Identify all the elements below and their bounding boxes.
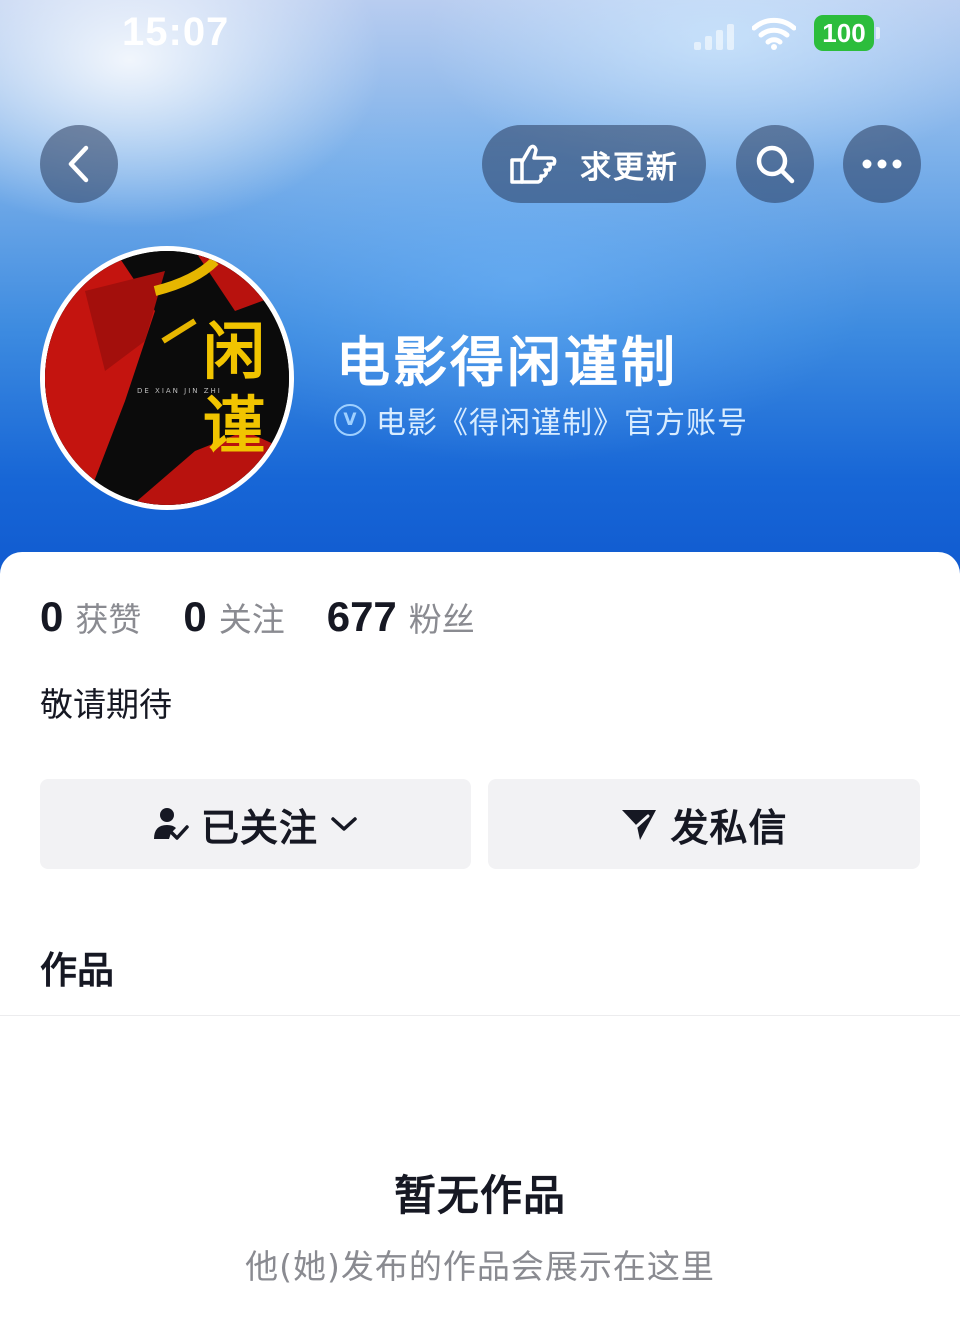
stat-likes-label: 获赞 <box>75 600 142 639</box>
more-options-button[interactable] <box>843 125 921 203</box>
wifi-icon <box>751 16 797 50</box>
paper-plane-icon <box>622 810 657 840</box>
stat-following-label: 关注 <box>218 600 285 639</box>
avatar-title-glyph-2: 谨 <box>203 389 265 462</box>
stats-row: 0 获赞 0 关注 677 粉丝 <box>40 593 517 641</box>
verified-v-icon: V <box>334 404 366 436</box>
send-message-button[interactable]: 发私信 <box>488 779 920 869</box>
request-update-label: 求更新 <box>580 149 679 186</box>
empty-state-title: 暂无作品 <box>393 1171 566 1220</box>
avatar[interactable]: 闲 谨 DE XIAN JIN ZHI <box>40 246 294 510</box>
stat-following-value: 0 <box>183 593 207 640</box>
stat-following[interactable]: 0 关注 <box>183 593 284 641</box>
stat-followers-label: 粉丝 <box>408 600 475 639</box>
verification-badge: V 电影《得闲谨制》官方账号 <box>334 398 748 442</box>
profile-bio: 敬请期待 <box>40 685 172 724</box>
user-check-icon <box>153 808 189 840</box>
verification-text: 电影《得闲谨制》官方账号 <box>376 406 748 441</box>
cellular-signal-icon <box>694 22 738 50</box>
back-button[interactable] <box>40 125 118 203</box>
chevron-down-icon <box>331 817 357 831</box>
status-time: 15:07 <box>122 10 230 54</box>
followed-button[interactable]: 已关注 <box>40 779 471 869</box>
stat-followers-value: 677 <box>326 593 397 640</box>
profile-header: 15:07 100 求更新 闲 谨 DE XIAN JIN ZHI 电影得闲谨制… <box>0 0 960 600</box>
stat-followers[interactable]: 677 粉丝 <box>327 593 475 641</box>
tab-divider <box>0 1015 960 1016</box>
tab-works[interactable]: 作品 <box>40 940 114 994</box>
search-icon <box>756 145 795 184</box>
battery-cap <box>876 27 880 39</box>
chevron-left-icon <box>68 145 89 183</box>
stat-likes[interactable]: 0 获赞 <box>40 593 141 641</box>
battery-indicator: 100 <box>814 15 874 51</box>
avatar-subtext: DE XIAN JIN ZHI <box>137 387 222 395</box>
profile-name: 电影得闲谨制 <box>336 331 678 394</box>
send-message-label: 发私信 <box>670 805 788 850</box>
search-button[interactable] <box>736 125 814 203</box>
followed-label: 已关注 <box>200 805 318 850</box>
stat-likes-value: 0 <box>40 593 64 640</box>
more-dots-icon <box>862 159 902 169</box>
avatar-title-glyph-1: 闲 <box>203 315 265 388</box>
request-update-button[interactable]: 求更新 <box>482 125 706 203</box>
pointing-hand-icon <box>510 144 557 184</box>
empty-state-subtitle: 他(她)发布的作品会展示在这里 <box>245 1247 715 1286</box>
